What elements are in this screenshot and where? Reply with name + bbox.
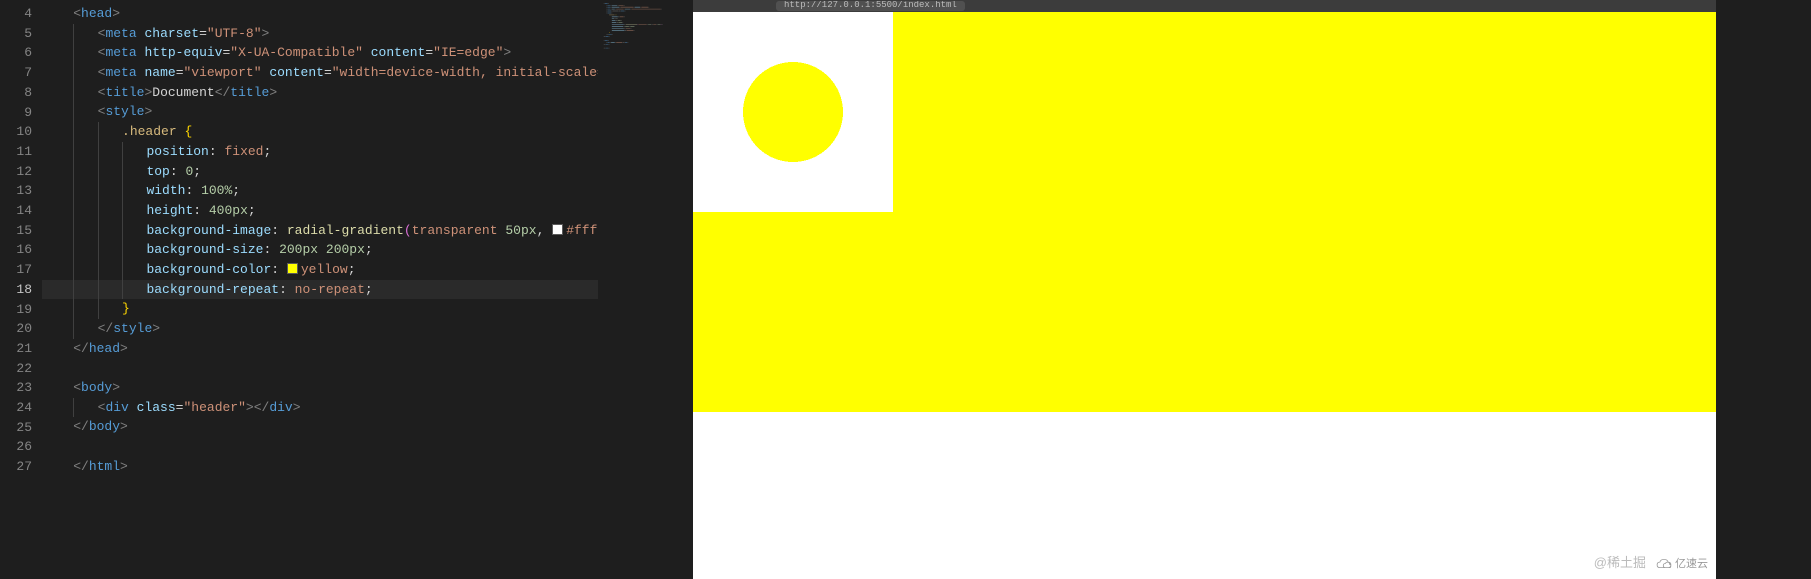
code-line[interactable]: <div class="header"></div> (42, 398, 598, 418)
watermark-yisu: 亿速云 (1655, 555, 1708, 571)
rendered-header-div (693, 12, 1716, 412)
line-number: 9 (0, 103, 32, 123)
code-line[interactable]: </body> (42, 417, 598, 437)
browser-preview-pane: http://127.0.0.1:5500/index.html @稀土掘 亿速… (693, 0, 1716, 579)
line-number: 19 (0, 300, 32, 320)
line-number: 17 (0, 260, 32, 280)
code-line[interactable]: </style> (42, 319, 598, 339)
line-number: 22 (0, 359, 32, 379)
code-line[interactable]: } (42, 299, 598, 319)
code-line[interactable]: <style> (42, 102, 598, 122)
line-number: 4 (0, 4, 32, 24)
line-number: 11 (0, 142, 32, 162)
browser-toolbar: http://127.0.0.1:5500/index.html (693, 0, 1716, 12)
code-line[interactable]: width: 100%; (42, 181, 598, 201)
line-number: 21 (0, 339, 32, 359)
line-number: 5 (0, 24, 32, 44)
line-number: 23 (0, 378, 32, 398)
minimap-line (601, 48, 691, 50)
code-line[interactable]: <meta name="viewport" content="width=dev… (42, 63, 598, 83)
line-number: 7 (0, 63, 32, 83)
code-editor-pane[interactable]: 4567891011121314151617181920212223242526… (0, 0, 693, 579)
code-line[interactable] (42, 437, 598, 457)
line-number: 8 (0, 83, 32, 103)
line-number: 14 (0, 201, 32, 221)
code-line[interactable]: position: fixed; (42, 142, 598, 162)
line-number: 20 (0, 319, 32, 339)
code-line[interactable]: <body> (42, 378, 598, 398)
code-line[interactable] (42, 358, 598, 378)
preview-viewport[interactable]: @稀土掘 亿速云 (693, 12, 1716, 579)
watermark-yisu-text: 亿速云 (1675, 555, 1708, 571)
code-line[interactable]: top: 0; (42, 162, 598, 182)
minimap[interactable] (598, 0, 693, 579)
line-number: 6 (0, 43, 32, 63)
line-number: 15 (0, 221, 32, 241)
line-number-gutter: 4567891011121314151617181920212223242526… (0, 0, 42, 579)
line-number: 27 (0, 457, 32, 477)
code-line[interactable]: background-size: 200px 200px; (42, 240, 598, 260)
line-number: 12 (0, 162, 32, 182)
line-number: 13 (0, 181, 32, 201)
line-number: 16 (0, 240, 32, 260)
line-number: 18 (0, 280, 32, 300)
line-number: 26 (0, 437, 32, 457)
color-swatch-icon[interactable] (552, 224, 563, 235)
line-number: 24 (0, 398, 32, 418)
code-area[interactable]: <head> <meta charset="UTF-8"> <meta http… (42, 0, 598, 579)
minimap-content (601, 3, 691, 50)
watermark-juejin: @稀土掘 (1594, 552, 1646, 571)
code-line[interactable]: background-color: yellow; (42, 260, 598, 280)
line-number: 10 (0, 122, 32, 142)
line-number: 25 (0, 418, 32, 438)
url-bar[interactable]: http://127.0.0.1:5500/index.html (776, 1, 965, 11)
code-line[interactable]: .header { (42, 122, 598, 142)
code-line[interactable]: </html> (42, 457, 598, 477)
code-line[interactable]: background-image: radial-gradient(transp… (42, 221, 598, 241)
code-line[interactable]: <title>Document</title> (42, 83, 598, 103)
color-swatch-icon[interactable] (287, 263, 298, 274)
code-line[interactable]: background-repeat: no-repeat; (42, 280, 598, 300)
cloud-icon (1655, 558, 1673, 569)
code-line[interactable]: <head> (42, 4, 598, 24)
app-container: 4567891011121314151617181920212223242526… (0, 0, 1811, 579)
code-line[interactable]: </head> (42, 339, 598, 359)
code-line[interactable]: <meta http-equiv="X-UA-Compatible" conte… (42, 43, 598, 63)
code-line[interactable]: height: 400px; (42, 201, 598, 221)
code-line[interactable]: <meta charset="UTF-8"> (42, 24, 598, 44)
